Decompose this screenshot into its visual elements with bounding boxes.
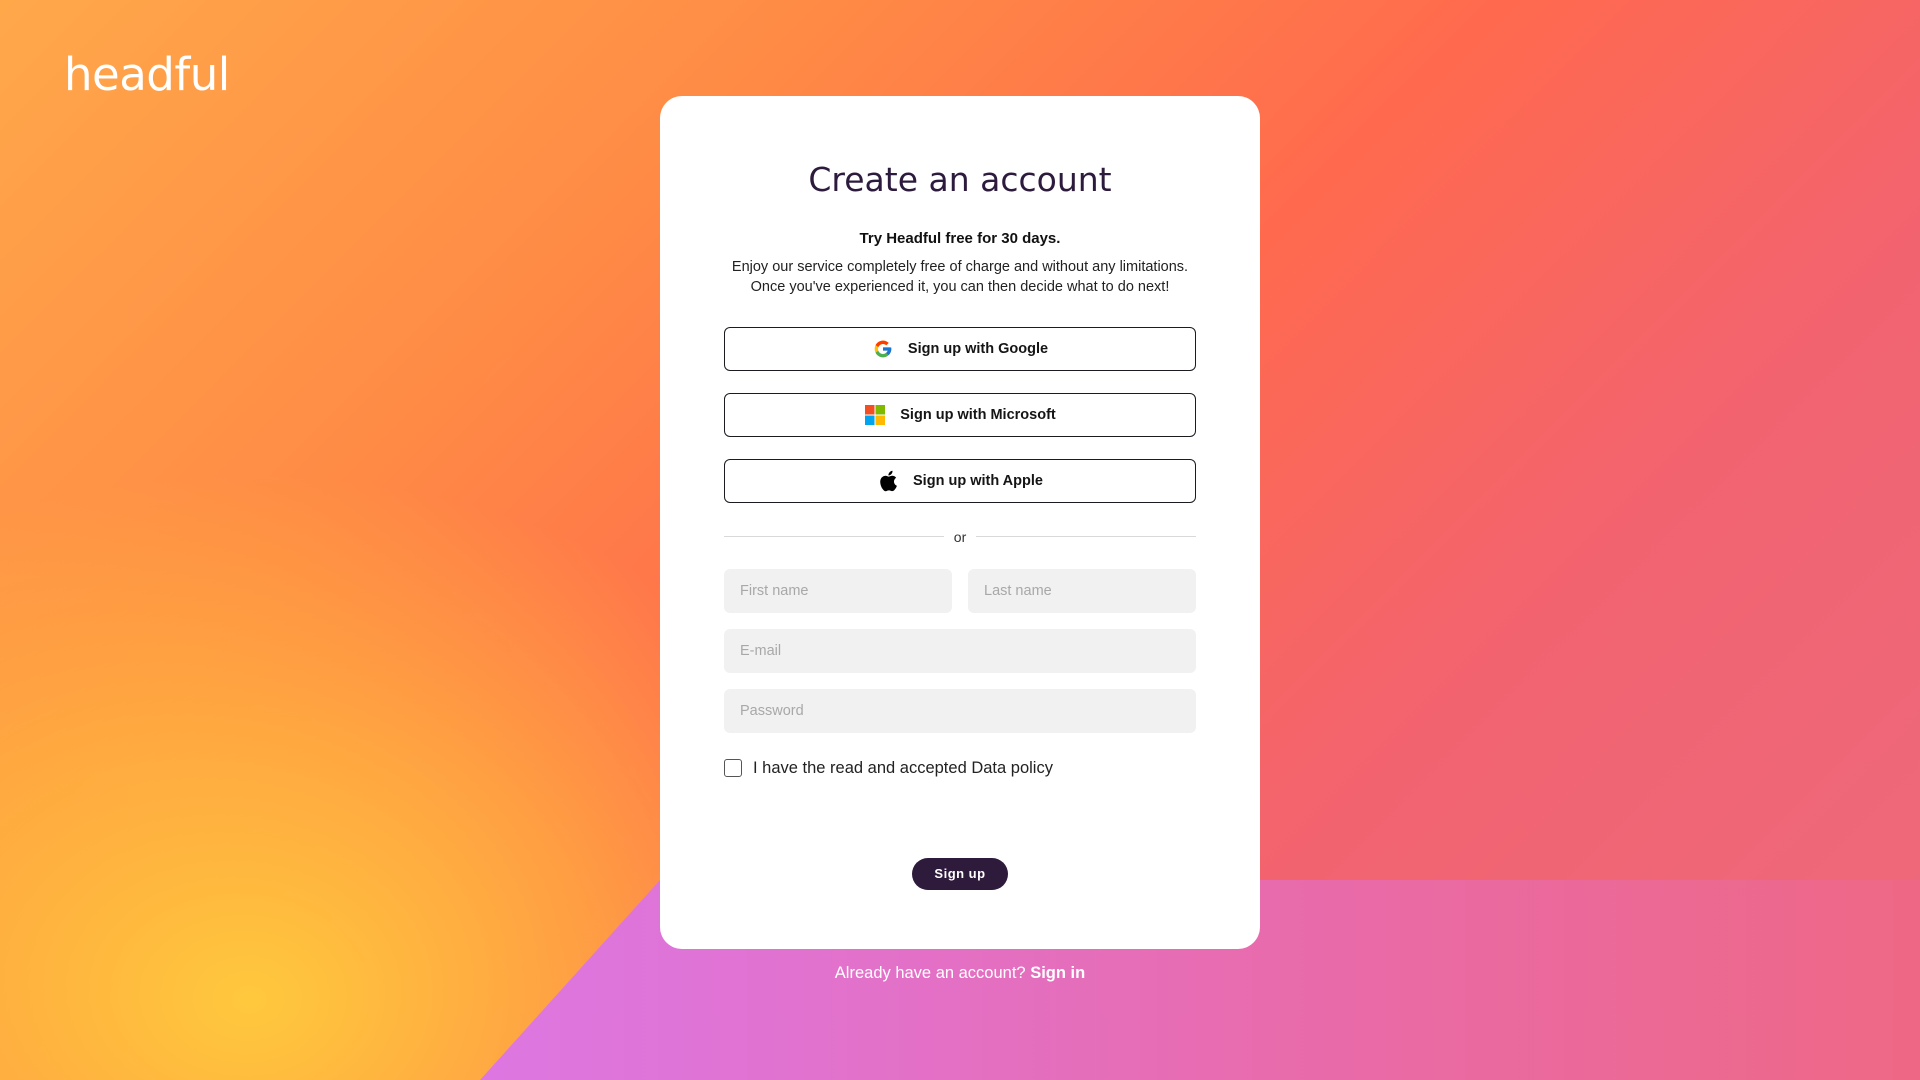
apple-signup-button[interactable]: Sign up with Apple [724,458,1196,503]
divider-line-right [976,536,1197,538]
data-policy-checkbox[interactable] [724,759,742,778]
apple-signup-label: Sign up with Apple [913,472,1043,489]
signin-prompt: Already have an account? Sign in [660,964,1260,983]
microsoft-signup-button[interactable]: Sign up with Microsoft [724,392,1196,437]
google-icon [872,338,894,360]
apple-icon [877,470,899,492]
first-name-field[interactable] [724,568,952,613]
signin-prompt-text: Already have an account? [834,964,1026,982]
signup-card: Create an account Try Headful free for 3… [660,96,1260,949]
microsoft-icon [864,404,886,426]
divider-line-left [724,536,944,538]
email-field[interactable] [724,628,1196,673]
page-title: Create an account [808,160,1112,199]
divider-text: or [953,528,967,545]
signup-button-wrap: Sign up [724,857,1196,890]
name-row [724,568,1196,613]
signin-link[interactable]: Sign in [1030,964,1085,982]
or-divider: or [724,528,1197,545]
trial-subtitle: Try Headful free for 30 days. [859,229,1061,247]
google-signup-label: Sign up with Google [907,340,1049,357]
last-name-field[interactable] [968,568,1196,613]
google-signup-button[interactable]: Sign up with Google [724,326,1196,371]
description-line-2: Once you've experienced it, you can then… [750,278,1170,295]
signup-button[interactable]: Sign up [912,857,1008,890]
data-policy-row: I have the read and accepted Data policy [724,759,1196,778]
description-line-1: Enjoy our service completely free of cha… [731,258,1189,275]
trial-description: Enjoy our service completely free of cha… [724,257,1196,297]
data-policy-label[interactable]: I have the read and accepted Data policy [753,759,1053,778]
password-field[interactable] [724,688,1196,733]
headful-logo[interactable]: headful [64,52,230,97]
microsoft-signup-label: Sign up with Microsoft [900,406,1056,423]
